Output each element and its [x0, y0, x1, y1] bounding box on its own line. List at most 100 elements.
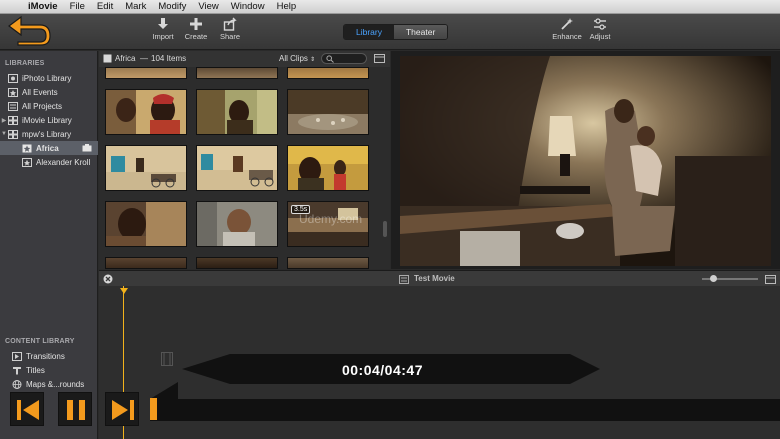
magic-wand-icon	[561, 18, 573, 30]
browser-view-options-icon[interactable]	[374, 54, 385, 63]
library-icon	[8, 129, 18, 139]
star-event-icon	[22, 157, 32, 167]
camera-icon	[82, 144, 92, 152]
events-icon	[8, 87, 18, 97]
video-viewer	[391, 51, 780, 269]
skip-back-button[interactable]	[10, 392, 44, 426]
sidebar-item-label: iPhoto Library	[22, 73, 72, 83]
menu-help[interactable]: Help	[271, 1, 303, 12]
search-icon	[326, 55, 334, 63]
clip-thumbnail[interactable]	[287, 145, 369, 191]
browser-scrollbar[interactable]	[383, 221, 387, 237]
sidebar-item-label: Africa	[36, 143, 59, 153]
clip-thumbnail[interactable]	[196, 89, 278, 135]
sidebar-item-alexander-kroll[interactable]: Alexander Kroll	[0, 155, 98, 169]
tab-library[interactable]: Library	[344, 25, 394, 39]
sidebar-item-label: All Events	[22, 87, 58, 97]
menu-file[interactable]: File	[64, 1, 91, 12]
search-input[interactable]	[321, 53, 367, 64]
chevron-updown-icon: ⇕	[310, 57, 316, 63]
enhance-label: Enhance	[552, 32, 582, 41]
disclosure-triangle-icon[interactable]: ▼	[0, 131, 8, 137]
menu-modify[interactable]: Modify	[152, 1, 192, 12]
sidebar-item-all-events[interactable]: All Events	[0, 85, 98, 99]
clip-thumbnail[interactable]	[196, 257, 278, 269]
timeline-settings-icon[interactable]	[765, 275, 776, 284]
adjust-button[interactable]: Adjust	[580, 17, 620, 41]
clip-frame	[106, 202, 186, 246]
toolbar: Import Create Share Library Theater Enha…	[0, 14, 780, 50]
tab-theater[interactable]: Theater	[393, 25, 448, 39]
sidebar-item-africa[interactable]: Africa	[0, 141, 98, 155]
projects-icon	[8, 101, 18, 111]
clip-frame	[106, 146, 186, 190]
sliders-icon	[594, 18, 606, 30]
event-title: Africa	[115, 54, 136, 63]
skip-forward-icon	[112, 400, 134, 420]
clip-thumbnail[interactable]	[105, 257, 187, 269]
skip-forward-button[interactable]	[105, 392, 139, 426]
plus-icon	[190, 18, 202, 30]
clip-thumbnail[interactable]	[287, 89, 369, 135]
menu-view[interactable]: View	[192, 1, 224, 12]
timeline-header: Test Movie	[99, 270, 780, 286]
clip-thumbnail[interactable]	[196, 201, 278, 247]
pause-icon	[67, 400, 85, 420]
project-title: Test Movie	[414, 274, 455, 283]
clip-frame	[197, 90, 277, 134]
clip-thumbnail[interactable]	[105, 145, 187, 191]
watermark-text: Udemy.com	[299, 212, 363, 226]
clip-filter-select[interactable]: All Clips ⇕	[279, 54, 315, 63]
library-icon	[8, 115, 18, 125]
sidebar-item-label: mpw's Library	[22, 129, 72, 139]
zoom-slider-knob[interactable]	[710, 275, 717, 282]
clip-filter-label: All Clips	[279, 54, 308, 63]
clip-thumbnail[interactable]	[287, 257, 369, 269]
menu-bar: iMovie File Edit Mark Modify View Window…	[0, 0, 780, 14]
disclosure-triangle-icon[interactable]: ▶	[0, 117, 8, 124]
clip-thumbnail[interactable]	[105, 201, 187, 247]
create-label: Create	[184, 32, 208, 41]
item-count: 104 Items	[151, 54, 187, 63]
menu-window[interactable]: Window	[225, 1, 271, 12]
imovie-window: iMovie File Edit Mark Modify View Window…	[0, 0, 780, 439]
view-mode-toggle: Library Theater	[343, 24, 449, 40]
star-event-icon	[103, 54, 112, 63]
menu-imovie[interactable]: iMovie	[22, 1, 64, 12]
share-button[interactable]: Share	[210, 17, 250, 41]
libraries-heading: LIBRARIES	[5, 60, 45, 67]
clip-thumbnail[interactable]	[287, 67, 369, 79]
sidebar-item-mpws-library[interactable]: ▼ mpw's Library	[0, 127, 98, 141]
menu-mark[interactable]: Mark	[119, 1, 152, 12]
browser-header: Africa — 104 Items All Clips ⇕	[99, 51, 390, 67]
video-frame	[400, 56, 771, 266]
clip-thumbnail[interactable]	[105, 67, 187, 79]
adjust-label: Adjust	[589, 32, 611, 41]
progress-marker[interactable]	[150, 398, 157, 420]
playhead-marker-icon[interactable]	[120, 288, 128, 294]
import-label: Import	[152, 32, 174, 41]
close-icon[interactable]	[103, 274, 113, 284]
clip-thumbnail[interactable]	[105, 89, 187, 135]
sidebar-item-all-projects[interactable]: All Projects	[0, 99, 98, 113]
back-arrow-icon	[8, 15, 51, 46]
share-icon	[223, 17, 237, 31]
clip-frame	[288, 90, 368, 134]
clip-thumbnail[interactable]	[196, 145, 278, 191]
project-icon	[399, 275, 409, 284]
title-separator: —	[140, 54, 148, 63]
pause-button[interactable]	[58, 392, 92, 426]
back-arrow-button[interactable]	[4, 12, 52, 46]
clip-thumbnail[interactable]	[196, 67, 278, 79]
sidebar-item-imovie-library[interactable]: ▶ iMovie Library	[0, 113, 98, 127]
clip-frame	[288, 146, 368, 190]
clip-frame	[106, 90, 186, 134]
import-icon	[158, 18, 168, 29]
sidebar-item-label: iMovie Library	[22, 115, 72, 125]
zoom-slider[interactable]	[702, 275, 758, 282]
clip-frame	[197, 146, 277, 190]
clip-frame	[197, 202, 277, 246]
menu-edit[interactable]: Edit	[91, 1, 119, 12]
timecode-display: 00:04/04:47	[341, 362, 423, 378]
sidebar-item-iphoto-library[interactable]: iPhoto Library	[0, 71, 98, 85]
